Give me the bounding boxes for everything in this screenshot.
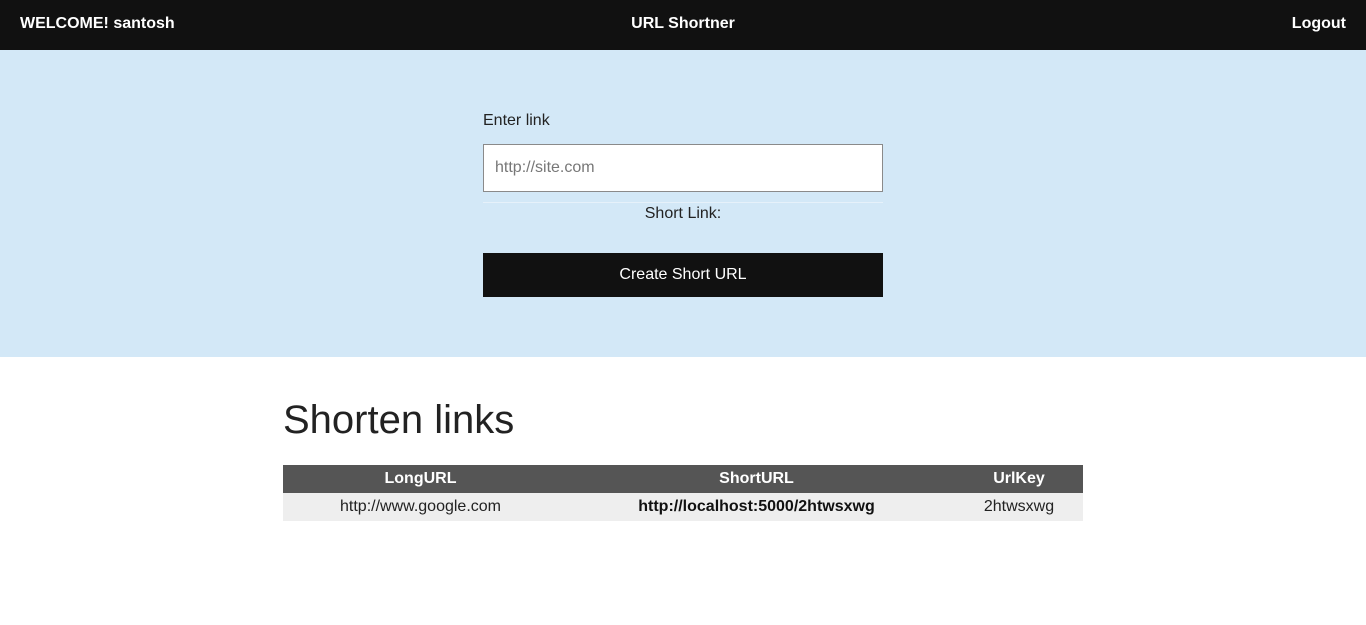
cell-url-key: 2htwsxwg <box>955 493 1083 521</box>
shorten-form-section: Enter link Short Link: Create Short URL <box>0 50 1366 357</box>
column-header-urlkey: UrlKey <box>955 465 1083 493</box>
enter-link-label: Enter link <box>483 112 550 129</box>
cell-short-url-link[interactable]: http://localhost:5000/2htwsxwg <box>558 493 955 521</box>
logout-link[interactable]: Logout <box>1292 15 1346 33</box>
cell-long-url: http://www.google.com <box>283 493 558 521</box>
short-link-label: Short Link: <box>644 205 722 222</box>
form-divider <box>483 202 883 203</box>
table-header-row: LongURL ShortURL UrlKey <box>283 465 1083 493</box>
top-navbar: WELCOME! santosh URL Shortner Logout <box>0 0 1366 50</box>
table-row: http://www.google.com http://localhost:5… <box>283 493 1083 521</box>
shorten-links-heading: Shorten links <box>283 398 515 442</box>
app-title[interactable]: URL Shortner <box>631 15 735 32</box>
links-table: LongURL ShortURL UrlKey http://www.googl… <box>283 465 1083 521</box>
create-short-url-button[interactable]: Create Short URL <box>483 253 883 297</box>
app-title-container: URL Shortner <box>0 15 1366 33</box>
link-input[interactable] <box>483 144 883 192</box>
welcome-text: WELCOME! santosh <box>20 15 175 32</box>
column-header-shorturl: ShortURL <box>558 465 955 493</box>
column-header-longurl: LongURL <box>283 465 558 493</box>
short-link-output: Short Link: <box>483 205 883 223</box>
